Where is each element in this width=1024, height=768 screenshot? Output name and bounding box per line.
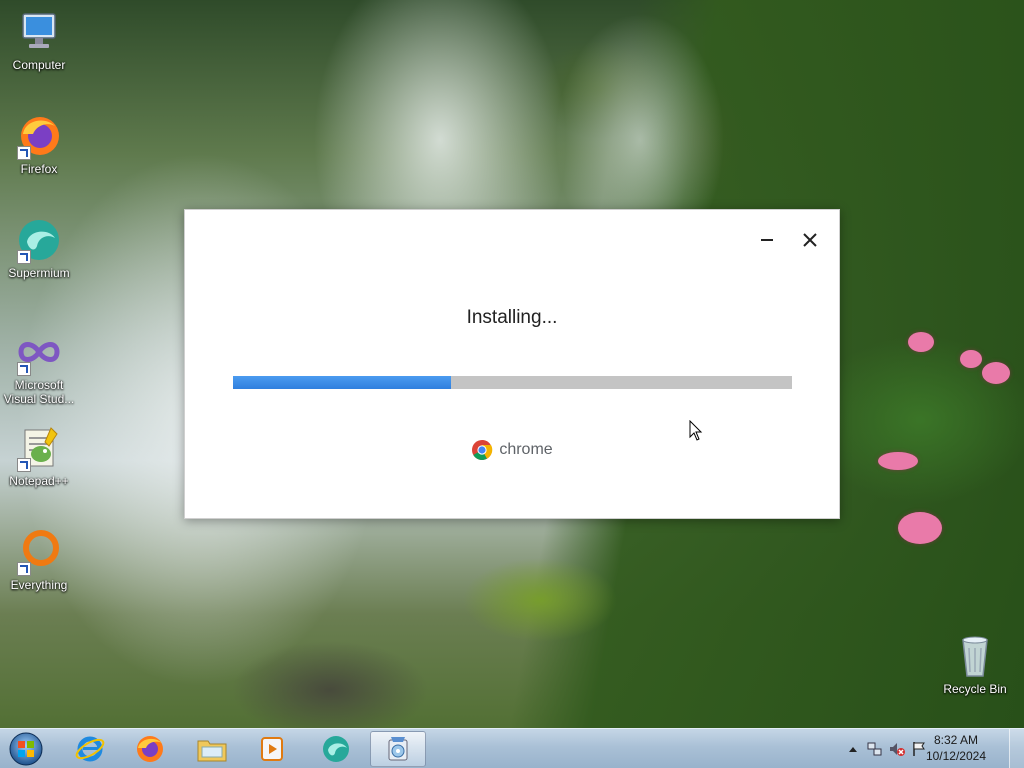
everything-icon bbox=[15, 528, 63, 576]
installer-icon bbox=[388, 737, 408, 761]
desktop-icon-label: Microsoft Visual Stud... bbox=[3, 378, 75, 406]
shortcut-arrow-icon bbox=[17, 362, 31, 376]
chrome-logo-icon bbox=[472, 440, 493, 460]
chevron-up-icon bbox=[849, 747, 857, 752]
clock-time: 8:32 AM bbox=[933, 733, 978, 747]
taskbar: 8:32 AM 10/12/2024 bbox=[0, 728, 1024, 768]
install-progress-bar bbox=[233, 376, 792, 389]
desktop-icon-label: Recycle Bin bbox=[943, 682, 1007, 696]
minimize-icon bbox=[761, 239, 773, 241]
windows-start-icon bbox=[9, 732, 43, 766]
supermium-icon bbox=[323, 736, 349, 762]
install-status-text: Installing... bbox=[466, 307, 558, 328]
install-progress-fill bbox=[233, 376, 451, 389]
taskbar-media-player[interactable] bbox=[244, 731, 300, 767]
minimize-button[interactable] bbox=[753, 228, 781, 252]
mouse-cursor-icon bbox=[689, 419, 703, 447]
shortcut-arrow-icon bbox=[17, 146, 31, 160]
supermium-icon bbox=[15, 216, 63, 264]
computer-icon bbox=[15, 8, 63, 56]
internet-explorer-icon bbox=[75, 736, 105, 762]
desktop-icon-everything[interactable]: Everything bbox=[2, 528, 76, 592]
close-icon bbox=[803, 233, 817, 247]
firefox-icon bbox=[15, 112, 63, 160]
taskbar-internet-explorer[interactable] bbox=[62, 731, 118, 767]
desktop-icon-label: Notepad++ bbox=[9, 474, 69, 488]
notepad-plus-plus-icon bbox=[15, 424, 63, 472]
shortcut-arrow-icon bbox=[17, 250, 31, 264]
taskbar-file-explorer[interactable] bbox=[184, 731, 240, 767]
network-icon bbox=[867, 742, 882, 756]
system-tray: 8:32 AM 10/12/2024 bbox=[844, 729, 1024, 768]
desktop-icon-supermium[interactable]: Supermium bbox=[2, 216, 76, 280]
taskbar-clock[interactable]: 8:32 AM 10/12/2024 bbox=[926, 732, 986, 764]
taskbar-firefox[interactable] bbox=[122, 731, 178, 767]
chrome-brand: chrome bbox=[185, 439, 839, 461]
visual-studio-icon bbox=[15, 328, 63, 376]
flag-icon bbox=[913, 742, 925, 756]
taskbar-installer[interactable] bbox=[370, 731, 426, 767]
close-button[interactable] bbox=[796, 228, 824, 252]
desktop-icon-label: Supermium bbox=[8, 266, 70, 280]
chrome-installer-window[interactable]: Installing... chrome bbox=[184, 209, 840, 519]
wallpaper-flower bbox=[898, 512, 942, 544]
wallpaper-flower bbox=[982, 362, 1010, 384]
recycle-bin-icon bbox=[951, 632, 999, 680]
shortcut-arrow-icon bbox=[17, 562, 31, 576]
wallpaper-flower bbox=[960, 350, 982, 368]
desktop-icon-label: Computer bbox=[12, 58, 66, 72]
desktop-icon-label: Firefox bbox=[20, 162, 58, 176]
wallpaper-flower bbox=[878, 452, 918, 470]
wallpaper-flower bbox=[908, 332, 934, 352]
clock-date: 10/12/2024 bbox=[925, 749, 986, 763]
media-player-icon bbox=[261, 737, 283, 761]
desktop-icon-visual-studio[interactable]: Microsoft Visual Stud... bbox=[2, 328, 76, 406]
chrome-brand-label: chrome bbox=[499, 441, 553, 458]
start-button[interactable] bbox=[6, 731, 46, 767]
desktop: Computer Firefox Supermium Microsoft Vis… bbox=[0, 0, 1024, 768]
firefox-icon bbox=[137, 736, 163, 762]
show-hidden-icons-button[interactable] bbox=[848, 741, 858, 757]
desktop-icon-recycle-bin[interactable]: Recycle Bin bbox=[938, 632, 1012, 696]
network-tray-button[interactable] bbox=[866, 741, 884, 757]
taskbar-supermium[interactable] bbox=[308, 731, 364, 767]
desktop-icon-computer[interactable]: Computer bbox=[2, 8, 76, 72]
shortcut-arrow-icon bbox=[17, 458, 31, 472]
desktop-icon-firefox[interactable]: Firefox bbox=[2, 112, 76, 176]
show-desktop-button[interactable] bbox=[1009, 729, 1024, 768]
volume-tray-button[interactable] bbox=[888, 741, 906, 757]
desktop-icon-label: Everything bbox=[10, 578, 68, 592]
folder-icon bbox=[197, 740, 227, 762]
desktop-icon-notepad-plus-plus[interactable]: Notepad++ bbox=[2, 424, 76, 488]
volume-muted-icon bbox=[890, 743, 905, 756]
